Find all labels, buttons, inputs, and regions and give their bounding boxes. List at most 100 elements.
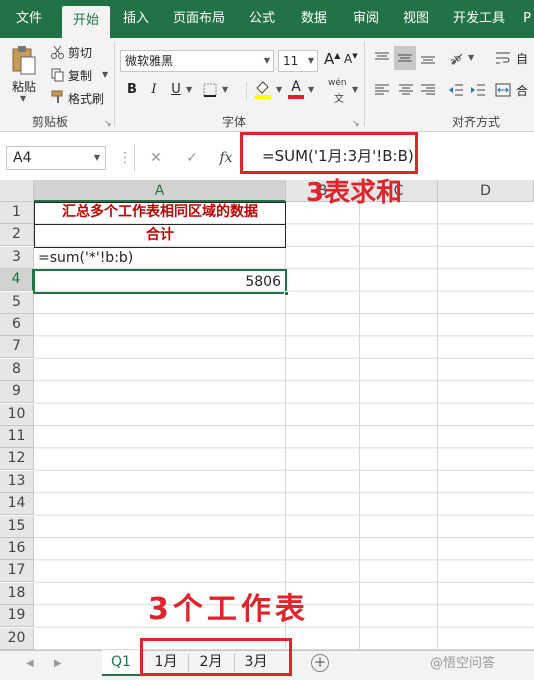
fill-color-icon[interactable] bbox=[252, 78, 274, 100]
format-painter-button[interactable]: 格式刷 bbox=[68, 90, 104, 107]
paste-dropdown-icon[interactable]: ▼ bbox=[20, 94, 26, 103]
cell-a2[interactable]: 合计 bbox=[34, 225, 286, 246]
row-header-14[interactable]: 14 bbox=[0, 493, 34, 516]
font-name-value: 微软雅黑 bbox=[125, 54, 174, 68]
tab-view[interactable]: 视图 bbox=[394, 0, 438, 38]
insert-function-icon[interactable]: fx bbox=[216, 146, 236, 170]
sheet-tab-q1[interactable]: Q1 bbox=[102, 650, 140, 676]
copy-dropdown-icon[interactable]: ▼ bbox=[102, 70, 108, 79]
column-header-a[interactable]: A bbox=[34, 180, 286, 202]
font-name-dropdown[interactable]: 微软雅黑 ▼ bbox=[120, 50, 274, 72]
group-divider bbox=[246, 82, 247, 100]
row-header-7[interactable]: 7 bbox=[0, 336, 34, 359]
row-header-16[interactable]: 16 bbox=[0, 538, 34, 560]
formula-input[interactable]: =SUM('1月:3月'!B:B) bbox=[262, 145, 414, 166]
tab-more[interactable]: P bbox=[520, 0, 534, 38]
align-top-icon[interactable] bbox=[372, 48, 392, 68]
paste-icon[interactable] bbox=[10, 44, 38, 76]
underline-dropdown-icon[interactable]: ▼ bbox=[186, 85, 192, 94]
row-header-13[interactable]: 13 bbox=[0, 470, 34, 493]
name-box-value: A4 bbox=[13, 150, 32, 166]
copy-button[interactable]: 复制 bbox=[68, 67, 92, 84]
row-header-17[interactable]: 17 bbox=[0, 560, 34, 583]
scroll-left-icon[interactable]: ◀ bbox=[26, 658, 34, 669]
cell-a4-value: 5806 bbox=[245, 274, 281, 290]
tab-formulas[interactable]: 公式 bbox=[240, 0, 284, 38]
align-middle-icon[interactable] bbox=[394, 46, 416, 70]
row-header-15[interactable]: 15 bbox=[0, 515, 34, 538]
clipboard-launcher-icon[interactable]: ↘ bbox=[104, 119, 112, 129]
align-center-icon[interactable] bbox=[396, 80, 416, 100]
row-header-1[interactable]: 1 bbox=[0, 202, 34, 224]
tab-insert[interactable]: 插入 bbox=[114, 0, 158, 38]
ribbon-tab-bar: 文件 开始 插入 页面布局 公式 数据 审阅 视图 开发工具 P bbox=[0, 0, 534, 38]
enter-icon[interactable]: ✓ bbox=[180, 146, 204, 170]
align-bottom-icon[interactable] bbox=[418, 48, 438, 68]
tab-data[interactable]: 数据 bbox=[292, 0, 336, 38]
select-all-corner[interactable] bbox=[0, 180, 34, 202]
alignment-group-label: 对齐方式 bbox=[452, 115, 501, 129]
name-box[interactable]: A4 ▼ bbox=[6, 146, 106, 170]
merge-center-button[interactable]: 合 bbox=[516, 82, 528, 99]
increase-font-size-icon[interactable]: A▲ bbox=[324, 50, 340, 68]
fill-color-dropdown-icon[interactable]: ▼ bbox=[276, 85, 282, 94]
tab-developer[interactable]: 开发工具 bbox=[446, 0, 512, 38]
group-divider bbox=[114, 42, 115, 126]
row-header-18[interactable]: 18 bbox=[0, 582, 34, 605]
row-header-11[interactable]: 11 bbox=[0, 426, 34, 448]
merge-center-icon[interactable] bbox=[494, 80, 512, 100]
underline-button[interactable]: U bbox=[166, 80, 186, 100]
fill-handle[interactable] bbox=[284, 291, 289, 296]
bold-button[interactable]: B bbox=[122, 80, 142, 100]
borders-dropdown-icon[interactable]: ▼ bbox=[222, 85, 228, 94]
phonetic-dropdown-icon[interactable]: ▼ bbox=[352, 85, 358, 94]
font-group-label: 字体 bbox=[222, 115, 247, 129]
tab-review[interactable]: 审阅 bbox=[344, 0, 388, 38]
scroll-right-icon[interactable]: ▶ bbox=[54, 658, 62, 669]
sheet-tabs-highlight-box bbox=[140, 638, 292, 676]
row-header-9[interactable]: 9 bbox=[0, 381, 34, 404]
column-header-d[interactable]: D bbox=[438, 180, 534, 202]
align-right-icon[interactable] bbox=[418, 80, 438, 100]
wrap-text-icon[interactable] bbox=[494, 48, 512, 68]
row-header-6[interactable]: 6 bbox=[0, 314, 34, 336]
font-color-icon[interactable]: A bbox=[286, 78, 306, 100]
font-size-dropdown[interactable]: 11 ▼ bbox=[278, 50, 318, 72]
watermark-text: @悟空问答 bbox=[430, 656, 496, 671]
tab-page-layout[interactable]: 页面布局 bbox=[168, 0, 230, 38]
group-divider bbox=[364, 42, 365, 126]
row-header-20[interactable]: 20 bbox=[0, 627, 34, 650]
orientation-dropdown-icon[interactable]: ▼ bbox=[468, 53, 474, 62]
row-header-19[interactable]: 19 bbox=[0, 605, 34, 628]
cell-a1[interactable]: 汇总多个工作表相同区域的数据 bbox=[34, 202, 286, 223]
cut-button[interactable]: 剪切 bbox=[68, 44, 92, 61]
orientation-icon[interactable]: ab bbox=[446, 48, 466, 68]
active-cell-a4[interactable]: 5806 bbox=[33, 269, 289, 296]
font-launcher-icon[interactable]: ↘ bbox=[352, 119, 360, 129]
row-header-10[interactable]: 10 bbox=[0, 403, 34, 426]
cancel-icon[interactable]: ✕ bbox=[144, 146, 168, 170]
add-sheet-icon[interactable]: + bbox=[311, 654, 329, 672]
tab-home[interactable]: 开始 bbox=[62, 6, 110, 38]
row-header-5[interactable]: 5 bbox=[0, 291, 34, 314]
font-color-dropdown-icon[interactable]: ▼ bbox=[308, 85, 314, 94]
increase-indent-icon[interactable] bbox=[468, 80, 488, 100]
tab-file[interactable]: 文件 bbox=[6, 0, 52, 38]
row-header-12[interactable]: 12 bbox=[0, 448, 34, 471]
paste-button[interactable]: 粘贴 bbox=[12, 78, 36, 95]
align-left-icon[interactable] bbox=[372, 80, 392, 100]
ribbon-home: 粘贴 ▼ 剪切 复制 ▼ 格式刷 剪贴板 ↘ 微软雅黑 ▼ 11 ▼ A▲ A▼… bbox=[0, 38, 534, 132]
decrease-font-size-icon[interactable]: A▼ bbox=[344, 52, 358, 66]
row-header-8[interactable]: 8 bbox=[0, 358, 34, 381]
decrease-indent-icon[interactable] bbox=[446, 80, 466, 100]
wrap-text-button[interactable]: 自 bbox=[516, 50, 528, 67]
borders-icon[interactable] bbox=[200, 80, 220, 100]
scissors-icon bbox=[50, 44, 66, 60]
italic-button[interactable]: I bbox=[144, 80, 164, 100]
phonetic-guide-button[interactable]: wén bbox=[328, 78, 347, 88]
clipboard-group-label: 剪贴板 bbox=[32, 115, 69, 129]
row-header-3[interactable]: 3 bbox=[0, 246, 34, 269]
row-header-2[interactable]: 2 bbox=[0, 224, 34, 247]
row-header-4[interactable]: 4 bbox=[0, 269, 34, 292]
cell-a3[interactable]: =sum('*'!b:b) bbox=[38, 248, 286, 269]
